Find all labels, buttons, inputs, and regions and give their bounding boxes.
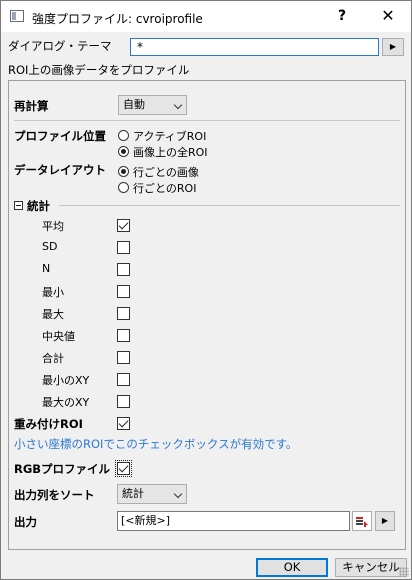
checkbox-min[interactable]: [117, 285, 130, 298]
stat-label-n: N: [42, 262, 51, 275]
checkbox-rgb-profile[interactable]: [115, 460, 132, 477]
rgb-profile-label: RGBプロファイル: [14, 462, 111, 476]
sort-output-label: 出力列をソート: [14, 488, 95, 502]
dialog-window: 強度プロファイル: cvroiprofile ? ✕ ダイアログ・テーマ * ▶…: [0, 0, 412, 580]
output-label: 出力: [14, 515, 37, 529]
checkbox-n[interactable]: [117, 263, 130, 276]
output-input[interactable]: [<新規>]: [117, 511, 350, 531]
stat-label-sd: SD: [42, 240, 58, 253]
sort-output-value: 統計: [122, 487, 144, 500]
recalc-label: 再計算: [14, 99, 49, 113]
window-title: 強度プロファイル: cvroiprofile: [32, 12, 203, 26]
radio-all-roi-label[interactable]: 画像上の全ROI: [133, 144, 208, 160]
stat-label-sum: 合計: [42, 352, 64, 365]
close-button[interactable]: ✕: [373, 6, 403, 26]
stat-label-median: 中央値: [42, 330, 75, 343]
cancel-button[interactable]: キャンセル: [335, 558, 407, 577]
hint-text: 小さい座標のROIでこのチェックボックスが有効です。: [14, 437, 298, 451]
stat-label-max-xy: 最大のXY: [42, 396, 90, 409]
chevron-down-icon: [173, 489, 183, 499]
data-layout-label: データレイアウト: [14, 163, 106, 177]
radio-all-roi[interactable]: [118, 146, 129, 157]
ok-button[interactable]: OK: [256, 558, 328, 577]
title-bar[interactable]: 強度プロファイル: cvroiprofile ? ✕: [1, 1, 411, 32]
stat-label-min-xy: 最小のXY: [42, 374, 90, 387]
radio-roi-per-row[interactable]: [118, 182, 129, 193]
stat-label-min: 最小: [42, 286, 64, 299]
weighted-roi-label: 重み付けROI: [14, 417, 83, 431]
play-arrow-icon: ▶: [381, 516, 389, 525]
statistics-group-line: [59, 205, 400, 206]
settings-panel: 再計算 自動 プロファイル位置 アクティブROI 画像上の全ROI データレイア…: [8, 80, 406, 550]
checkbox-max[interactable]: [117, 307, 130, 320]
radio-image-per-row[interactable]: [118, 166, 129, 177]
pick-range-icon: [356, 517, 368, 527]
play-arrow-icon: ▶: [389, 42, 397, 51]
checkbox-median[interactable]: [117, 329, 130, 342]
output-pick-button[interactable]: [352, 511, 372, 531]
divider: [14, 120, 400, 121]
checkbox-mean[interactable]: [117, 219, 130, 232]
checkbox-weighted-roi[interactable]: [117, 417, 130, 430]
radio-active-roi-label[interactable]: アクティブROI: [133, 128, 206, 144]
checkbox-max-xy[interactable]: [117, 395, 130, 408]
checkbox-min-xy[interactable]: [117, 373, 130, 386]
help-button[interactable]: ?: [331, 6, 353, 26]
profile-position-label: プロファイル位置: [14, 129, 106, 143]
theme-menu-button[interactable]: ▶: [382, 38, 404, 56]
dialog-description: ROI上の画像データをプロファイル: [8, 63, 190, 77]
output-menu-button[interactable]: ▶: [375, 511, 395, 531]
statistics-label: 統計: [27, 199, 50, 213]
radio-image-per-row-label[interactable]: 行ごとの画像: [133, 164, 199, 180]
recalc-value: 自動: [123, 98, 145, 111]
radio-active-roi[interactable]: [118, 130, 129, 141]
recalc-dropdown[interactable]: 自動: [118, 95, 187, 115]
sort-output-dropdown[interactable]: 統計: [117, 484, 187, 504]
resize-grip-icon[interactable]: [399, 567, 409, 577]
chevron-down-icon: [173, 100, 183, 110]
stat-label-max: 最大: [42, 308, 64, 321]
checkbox-sum[interactable]: [117, 351, 130, 364]
radio-roi-per-row-label[interactable]: 行ごとのROI: [133, 180, 196, 196]
checkbox-sd[interactable]: [117, 241, 130, 254]
theme-label: ダイアログ・テーマ: [8, 39, 112, 53]
theme-input[interactable]: *: [130, 38, 379, 56]
window-icon: [10, 10, 24, 22]
stat-label-mean: 平均: [42, 220, 64, 233]
collapse-minus-icon[interactable]: [14, 201, 23, 210]
